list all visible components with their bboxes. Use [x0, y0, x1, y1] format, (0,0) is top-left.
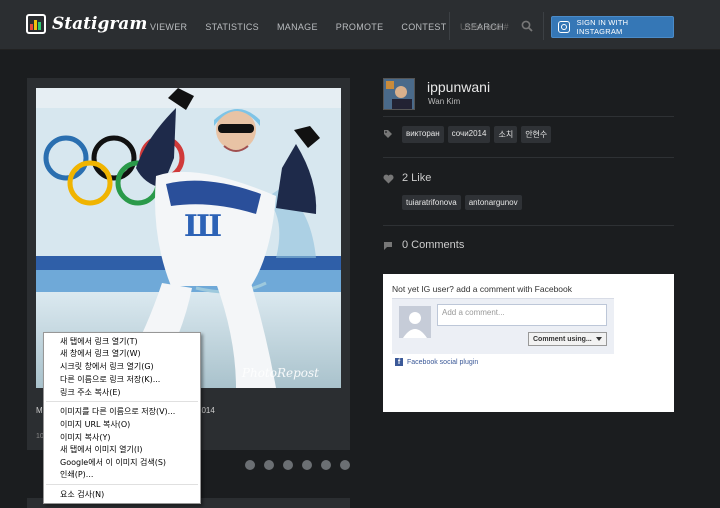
facebook-icon: f	[395, 358, 403, 366]
nav-viewer[interactable]: VIEWER	[150, 22, 187, 32]
sign-in-with-instagram-button[interactable]: SIGN IN WITH INSTAGRAM	[551, 16, 674, 38]
comment-icon	[384, 242, 392, 250]
menu-open-link-new-window[interactable]: 새 창에서 링크 열기(W)	[60, 348, 141, 359]
comment-using-label: Comment using...	[533, 335, 592, 343]
section-divider	[383, 157, 674, 158]
main-nav: VIEWER STATISTICS MANAGE PROMOTE CONTEST…	[150, 22, 504, 32]
nav-statistics[interactable]: STATISTICS	[205, 22, 259, 32]
menu-separator	[46, 401, 198, 402]
facebook-comment-input[interactable]	[437, 304, 607, 326]
pinterest-share-icon[interactable]	[321, 460, 331, 470]
menu-open-image-new-tab[interactable]: 새 탭에서 이미지 열기(I)	[60, 444, 142, 455]
hashtag-chip[interactable]: викторан	[402, 126, 444, 143]
full-name: Wan Kim	[428, 97, 461, 106]
share-icons	[245, 460, 350, 470]
nav-divider-2	[543, 12, 544, 40]
google-plus-share-icon[interactable]	[302, 460, 312, 470]
sign-in-label: SIGN IN WITH INSTAGRAM	[576, 18, 629, 36]
liker-list: tuiaratrifonova antonargunov	[402, 195, 522, 210]
menu-print[interactable]: 인쇄(P)...	[60, 469, 93, 480]
chevron-down-icon	[596, 337, 602, 341]
section-divider	[383, 225, 674, 226]
menu-save-image-as[interactable]: 이미지를 다른 이름으로 저장(V)...	[60, 406, 175, 417]
menu-separator	[46, 484, 198, 485]
facebook-comment-title: Not yet IG user? add a comment with Face…	[392, 284, 573, 294]
svg-text:Ш: Ш	[184, 209, 222, 244]
silhouette-icon	[399, 306, 431, 338]
facebook-share-icon[interactable]	[264, 460, 274, 470]
hashtag-chip[interactable]: сочи2014	[447, 126, 491, 143]
facebook-comment-box: Not yet IG user? add a comment with Face…	[383, 274, 674, 412]
link-icon[interactable]	[245, 460, 255, 470]
photo-watermark: PhotoRepost	[241, 366, 319, 380]
nav-contest[interactable]: CONTEST	[401, 22, 446, 32]
menu-copy-link-address[interactable]: 링크 주소 복사(E)	[60, 387, 121, 398]
hashtag-list: викторан сочи2014 소치 안현수	[402, 126, 552, 143]
nav-manage[interactable]: MANAGE	[277, 22, 318, 32]
menu-open-link-new-tab[interactable]: 새 탭에서 링크 열기(T)	[60, 336, 138, 347]
nav-promote[interactable]: PROMOTE	[336, 22, 384, 32]
menu-copy-image[interactable]: 이미지 복사(Y)	[60, 432, 110, 443]
liker-chip[interactable]: antonargunov	[464, 195, 522, 210]
heart-icon	[383, 174, 394, 184]
search-input[interactable]	[460, 18, 524, 36]
nav-divider	[449, 12, 450, 40]
logo-icon	[26, 14, 46, 34]
comment-count: 0 Comments	[402, 239, 465, 251]
hashtag-chip[interactable]: 소치	[494, 126, 518, 143]
avatar-image	[384, 79, 414, 109]
like-count: 2 Like	[402, 172, 432, 184]
search-icon[interactable]	[521, 20, 533, 32]
tag-icon	[384, 130, 392, 138]
facebook-social-plugin-link[interactable]: f Facebook social plugin	[395, 358, 478, 366]
photo-caption: M	[36, 406, 43, 415]
menu-copy-image-url[interactable]: 이미지 URL 복사(O)	[60, 419, 130, 430]
username[interactable]: ippunwani	[427, 79, 490, 95]
tumblr-share-icon[interactable]	[340, 460, 350, 470]
menu-open-link-incognito[interactable]: 시크릿 창에서 링크 열기(G)	[60, 361, 154, 372]
liker-chip[interactable]: tuiaratrifonova	[402, 195, 461, 210]
logo-text: Statigram	[52, 14, 148, 34]
comment-using-dropdown[interactable]: Comment using...	[528, 332, 607, 346]
facebook-comment-form: Comment using...	[392, 298, 614, 354]
menu-save-link-as[interactable]: 다른 이름으로 링크 저장(K)...	[60, 374, 160, 385]
top-navigation-bar: Statigram VIEWER STATISTICS MANAGE PROMO…	[0, 0, 720, 50]
section-divider	[383, 116, 674, 117]
menu-inspect-element[interactable]: 요소 검사(N)	[60, 489, 104, 500]
fb-default-avatar	[399, 306, 431, 338]
twitter-share-icon[interactable]	[283, 460, 293, 470]
statigram-logo[interactable]: Statigram	[26, 14, 147, 34]
user-avatar[interactable]	[383, 78, 415, 110]
facebook-plugin-label: Facebook social plugin	[407, 358, 479, 366]
instagram-icon	[558, 21, 570, 33]
hashtag-chip[interactable]: 안현수	[521, 126, 552, 143]
context-menu: 새 탭에서 링크 열기(T) 새 창에서 링크 열기(W) 시크릿 창에서 링크…	[43, 332, 201, 504]
menu-search-google-image[interactable]: Google에서 이 이미지 검색(S)	[60, 457, 166, 468]
